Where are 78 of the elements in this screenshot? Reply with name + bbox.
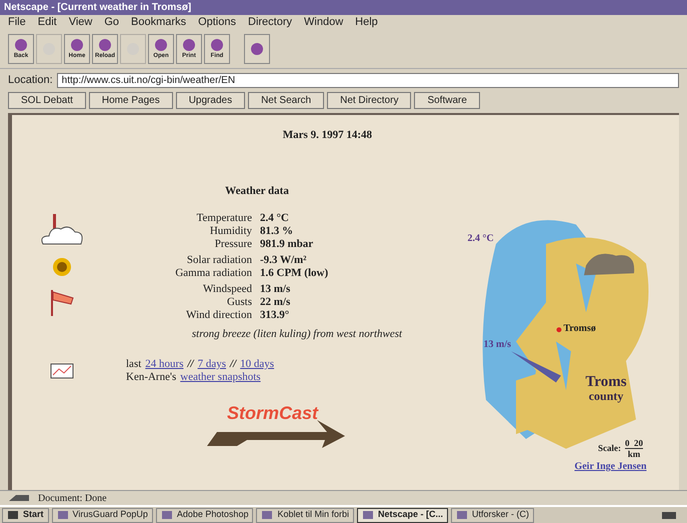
taskbar-button[interactable]: Koblet til Min forbi bbox=[256, 508, 354, 522]
snapshot-label: Ken-Arne's bbox=[126, 371, 176, 384]
date-text: Mars 9. 1997 14:48 bbox=[282, 128, 372, 142]
data-value: 2.4 °C bbox=[260, 212, 289, 224]
app-icon bbox=[456, 510, 468, 520]
directory-button[interactable]: Upgrades bbox=[176, 92, 246, 108]
data-value: 313.9° bbox=[260, 308, 290, 322]
history-link[interactable]: 7 days bbox=[198, 358, 226, 371]
taskbar-button[interactable]: Adobe Photoshop bbox=[156, 508, 254, 522]
location-label: Location: bbox=[8, 73, 53, 88]
menu-item[interactable]: File bbox=[8, 14, 26, 31]
menu-item[interactable]: Bookmarks bbox=[131, 14, 186, 31]
data-label: Solar radiation bbox=[186, 254, 252, 266]
link-separator: // bbox=[230, 358, 236, 371]
directory-button[interactable]: SOL Debatt bbox=[8, 92, 86, 108]
app-icon bbox=[56, 510, 69, 520]
toolbar-icon bbox=[154, 38, 168, 52]
app-icon bbox=[160, 510, 173, 520]
data-label: Gusts bbox=[226, 296, 252, 308]
toolbar-icon bbox=[210, 38, 224, 52]
region-subtitle: county bbox=[588, 388, 624, 402]
author-link[interactable]: Geir Inge Jensen bbox=[574, 459, 647, 474]
wind-summary: strong breeze (liten kuling) from west northwest bbox=[192, 326, 402, 342]
history-link[interactable]: 24 hours bbox=[145, 358, 184, 371]
toolbar-icon bbox=[250, 42, 264, 56]
menu-item[interactable]: Options bbox=[198, 14, 236, 31]
window-title: Netscape - [Current weather in Tromsø] bbox=[4, 1, 192, 15]
scale-label: Scale: bbox=[598, 442, 621, 455]
app-icon bbox=[362, 510, 374, 520]
region-name: Troms bbox=[586, 374, 627, 388]
data-label: Pressure bbox=[214, 238, 252, 250]
app-icon bbox=[261, 510, 274, 520]
data-label: Humidity bbox=[208, 224, 252, 238]
status-text: Document: Done bbox=[38, 492, 107, 506]
menu-item[interactable]: Edit bbox=[38, 14, 57, 31]
chart-icon bbox=[50, 363, 74, 379]
toolbar-icon bbox=[98, 38, 112, 52]
link-separator: // bbox=[187, 358, 194, 371]
taskbar-button[interactable]: Start bbox=[2, 508, 49, 522]
toolbar-icon bbox=[182, 38, 196, 52]
sun-icon bbox=[52, 256, 72, 276]
map-temperature: 2.4 °C bbox=[468, 232, 494, 246]
taskbar-button[interactable]: Utforsker - (C) bbox=[451, 508, 534, 522]
data-label: Windspeed bbox=[202, 282, 252, 296]
directory-button[interactable]: Net Directory bbox=[327, 92, 412, 108]
history-link[interactable]: 10 days bbox=[240, 358, 274, 371]
taskbar-button[interactable]: VirusGuard PopUp bbox=[52, 508, 153, 522]
history-label: last bbox=[126, 358, 142, 371]
data-value: 1.6 CPM (low) bbox=[260, 266, 328, 280]
menu-item[interactable]: Go bbox=[104, 14, 120, 31]
scale-unit: km bbox=[628, 449, 640, 459]
data-value: 81.3 % bbox=[260, 224, 293, 238]
menu-item[interactable]: View bbox=[68, 14, 92, 31]
data-label: Gamma radiation bbox=[174, 266, 252, 280]
data-value: -9.3 W/m² bbox=[260, 254, 306, 266]
map-wind: 13 m/s bbox=[484, 338, 511, 352]
data-value: 13 m/s bbox=[260, 282, 290, 296]
snapshot-link[interactable]: weather snapshots bbox=[180, 371, 261, 384]
toolbar-icon bbox=[70, 38, 84, 52]
location-field[interactable]: http://www.cs.uit.no/cgi-bin/weather/EN bbox=[56, 72, 679, 88]
data-label: Temperature bbox=[196, 212, 252, 224]
menu-item[interactable]: Window bbox=[304, 14, 344, 31]
windsock-icon bbox=[49, 288, 75, 316]
tray-icon bbox=[661, 510, 677, 520]
data-value: 22 m/s bbox=[260, 296, 290, 308]
data-label: Wind direction bbox=[185, 308, 252, 322]
weather-heading: Weather data bbox=[225, 184, 289, 199]
scale-values: 0 20 bbox=[625, 438, 643, 449]
toolbar-button[interactable] bbox=[244, 34, 270, 64]
menu-item[interactable]: Help bbox=[355, 14, 378, 31]
map-city: Tromsø bbox=[564, 322, 596, 336]
directory-button[interactable]: Home Pages bbox=[88, 92, 173, 108]
directory-button[interactable]: Net Search bbox=[248, 92, 324, 108]
data-value: 981.9 mbar bbox=[260, 238, 314, 250]
directory-button[interactable]: Software bbox=[414, 92, 480, 108]
menu-item[interactable]: Directory bbox=[248, 14, 292, 31]
taskbar-button[interactable]: Netscape - [C... bbox=[356, 508, 448, 522]
toolbar-icon bbox=[14, 38, 28, 52]
